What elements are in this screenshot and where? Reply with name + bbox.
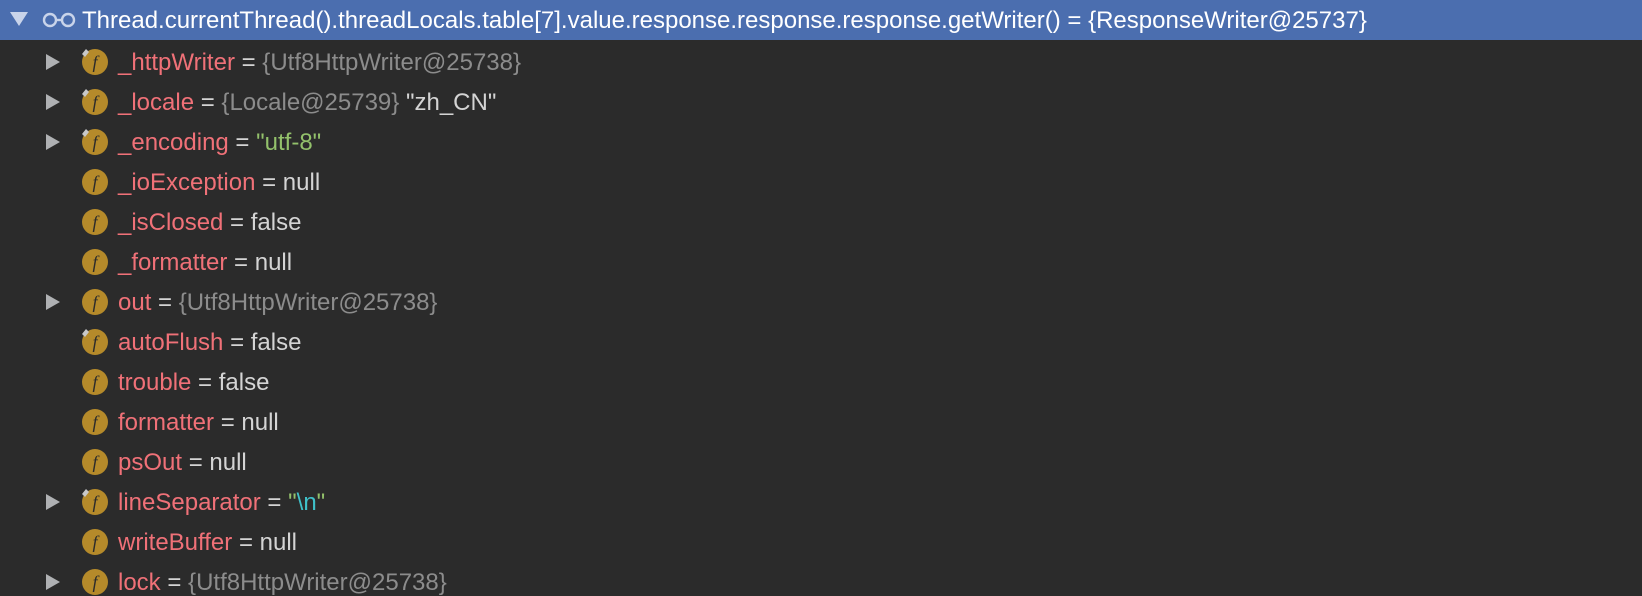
field-f-icon: f [82,369,108,395]
variable-text: out = {Utf8HttpWriter@25738} [118,289,437,317]
variable-text: _isClosed = false [118,209,301,237]
variable-name: _isClosed [118,209,224,236]
variable-text: trouble = false [118,369,269,397]
equals-sign: = [223,209,251,236]
equals-sign: = [160,569,189,596]
variable-text: _formatter = null [118,249,292,277]
expand-arrow-icon[interactable] [46,574,60,590]
equals-sign: = [234,49,263,76]
variable-row[interactable]: f lock = {Utf8HttpWriter@25738} [0,562,1642,596]
field-f-icon: f [82,329,108,355]
equals-sign: = [260,489,289,516]
variable-text: writeBuffer = null [118,529,297,557]
variable-row[interactable]: f _isClosed = false [0,202,1642,242]
variable-text: _encoding = "utf-8" [118,129,321,157]
variable-text: lineSeparator = "\n" [118,489,325,517]
variable-value: null [254,249,293,276]
variable-value: false [250,329,302,356]
equals-sign: = [227,249,255,276]
field-f-icon: f [82,129,108,155]
field-f-icon: f [82,449,108,475]
equals-sign: = [223,329,251,356]
variable-text: autoFlush = false [118,329,301,357]
equals-sign: = [214,409,242,436]
variable-string-end: " [316,489,326,516]
variable-name: lineSeparator [118,489,261,516]
variable-text: lock = {Utf8HttpWriter@25738} [118,569,447,596]
equals-sign: = [194,89,222,116]
variable-reference-value: {Utf8HttpWriter@25738} [178,289,438,316]
variable-row[interactable]: f _encoding = "utf-8" [0,122,1642,162]
variable-text: psOut = null [118,449,247,477]
field-f-icon: f [82,209,108,235]
variable-value: false [250,209,302,236]
variable-name: lock [118,569,161,596]
field-f-icon: f [82,409,108,435]
variable-row[interactable]: f writeBuffer = null [0,522,1642,562]
variable-row[interactable]: f lineSeparator = "\n" [0,482,1642,522]
variable-row[interactable]: f autoFlush = false [0,322,1642,362]
watch-expression-row[interactable]: Thread.currentThread().threadLocals.tabl… [0,0,1642,40]
variable-row[interactable]: f out = {Utf8HttpWriter@25738} [0,282,1642,322]
variable-value: null [209,449,247,476]
variable-value: null [259,529,297,556]
variable-row[interactable]: f _httpWriter = {Utf8HttpWriter@25738} [0,42,1642,82]
equals-sign: = [151,289,179,316]
variable-reference-value: {Utf8HttpWriter@25738} [188,569,447,596]
expand-arrow-icon[interactable] [46,134,60,150]
equals-sign: = [255,169,283,196]
variable-value: null [241,409,279,436]
equals-sign: = [191,369,219,396]
variable-name: autoFlush [118,329,224,356]
variable-name: trouble [118,369,192,396]
variable-value: null [282,169,321,196]
equals-sign: = [232,529,260,556]
field-f-icon: f [82,49,108,75]
field-f-icon: f [82,569,108,595]
field-f-icon: f [82,489,108,515]
variable-name: _formatter [118,249,228,276]
equals-sign: = [228,129,257,156]
variable-text: formatter = null [118,409,279,437]
variable-name: formatter [118,409,215,436]
variable-string-value: "utf-8" [256,129,322,156]
debugger-variables-panel: Thread.currentThread().threadLocals.tabl… [0,0,1642,596]
variable-name: _locale [118,89,195,116]
variable-value: "zh_CN" [399,89,497,116]
variable-name: writeBuffer [118,529,233,556]
variable-name: _encoding [118,129,229,156]
variable-row[interactable]: f trouble = false [0,362,1642,402]
watch-expression-text: Thread.currentThread().threadLocals.tabl… [82,7,1367,34]
variable-row[interactable]: f psOut = null [0,442,1642,482]
variable-name: _ioException [118,169,256,196]
variable-row[interactable]: f formatter = null [0,402,1642,442]
field-f-icon: f [82,169,108,195]
variable-string-value: " [288,489,297,516]
collapse-arrow-icon[interactable] [10,12,28,26]
variable-row[interactable]: f _ioException = null [0,162,1642,202]
expand-arrow-icon[interactable] [46,94,60,110]
variable-name: out [118,289,152,316]
field-f-icon: f [82,529,108,555]
variable-text: _httpWriter = {Utf8HttpWriter@25738} [118,49,521,77]
glasses-icon [42,12,76,28]
equals-sign: = [182,449,210,476]
expand-arrow-icon[interactable] [46,294,60,310]
expand-arrow-icon[interactable] [46,54,60,70]
variable-reference-value: {Locale@25739} [221,89,400,116]
variable-name: _httpWriter [118,49,235,76]
expand-arrow-icon[interactable] [46,494,60,510]
field-f-icon: f [82,89,108,115]
variable-reference-value: {Utf8HttpWriter@25738} [262,49,522,76]
field-f-icon: f [82,289,108,315]
variable-escape-sequence: \n [296,489,317,516]
variable-name: psOut [118,449,183,476]
field-f-icon: f [82,249,108,275]
variable-text: _ioException = null [118,169,320,197]
variable-text: _locale = {Locale@25739} "zh_CN" [118,89,496,117]
variable-row[interactable]: f _formatter = null [0,242,1642,282]
variable-row[interactable]: f _locale = {Locale@25739} "zh_CN" [0,82,1642,122]
variable-value: false [218,369,270,396]
